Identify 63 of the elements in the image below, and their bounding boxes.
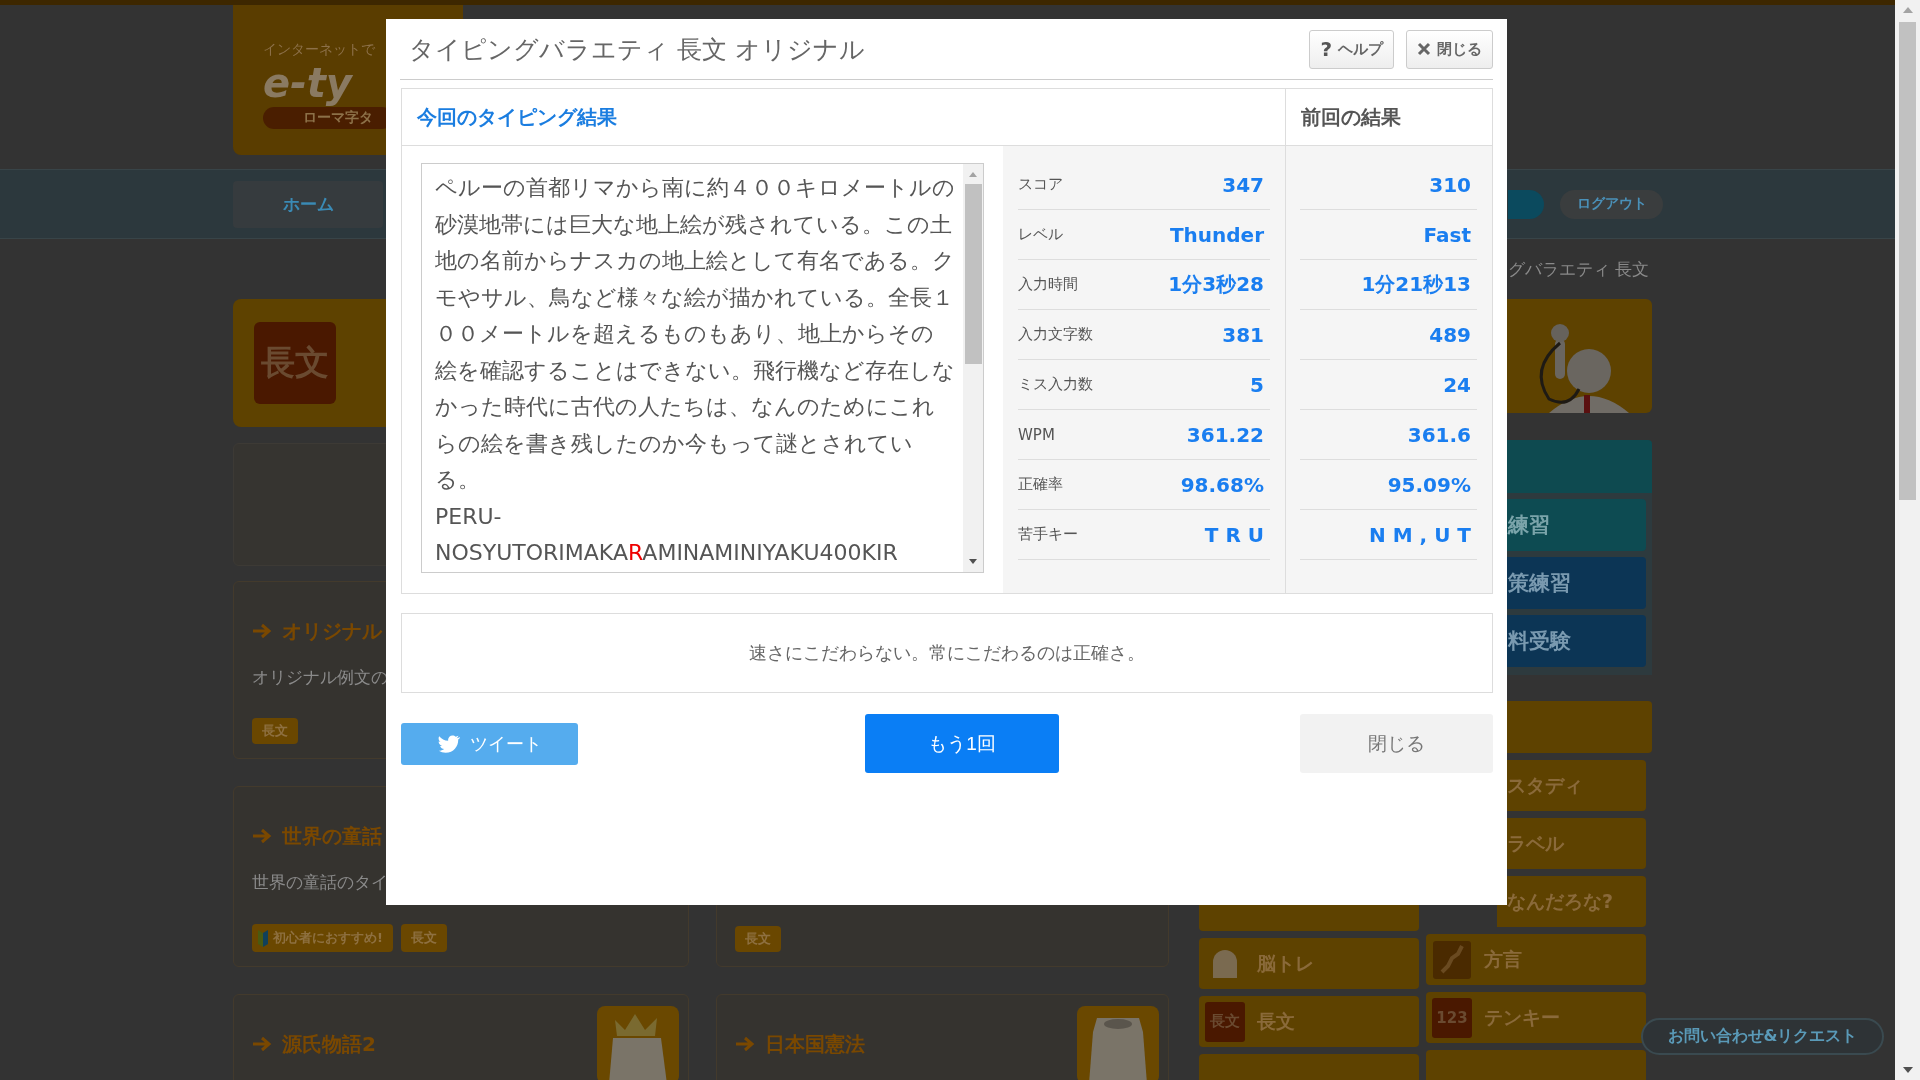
- stat-value: 381: [1222, 322, 1264, 347]
- card-title[interactable]: オリジナル: [282, 617, 382, 645]
- tag: 初心者におすすめ!: [252, 924, 393, 952]
- menu-tile[interactable]: [1199, 905, 1419, 931]
- stat-value: 24: [1443, 372, 1471, 397]
- stat-label: レベル: [1018, 225, 1063, 244]
- stat-value: Fast: [1423, 222, 1471, 247]
- stat-value: 361.6: [1407, 422, 1471, 447]
- logo-wordmark: e-ty: [263, 61, 352, 105]
- home-button[interactable]: ホーム: [233, 180, 383, 228]
- logo-tagline: インターネットで: [263, 41, 375, 59]
- stat-value: Thunder: [1169, 222, 1264, 247]
- card-title[interactable]: 源氏物語2: [282, 1030, 376, 1058]
- menu-tile[interactable]: 脳トレ: [1199, 938, 1419, 989]
- contact-button[interactable]: お問い合わせ&リクエスト: [1641, 1018, 1884, 1055]
- beginner-mark-icon: [257, 928, 269, 948]
- stat-label: スコア: [1018, 175, 1063, 194]
- nav-button[interactable]: [1508, 189, 1544, 219]
- stat-label: 苦手キー: [1018, 525, 1078, 544]
- logout-button[interactable]: ログアウト: [1560, 189, 1663, 219]
- stat-label: WPM: [1018, 425, 1055, 444]
- tag: 長文: [400, 924, 447, 952]
- close-icon: [1417, 42, 1431, 56]
- scrollbar-thumb[interactable]: [1899, 22, 1916, 500]
- dialog-title: タイピングバラエティ 長文 オリジナル: [409, 33, 865, 66]
- arrow-icon: [252, 1036, 272, 1052]
- stat-value: 95.09%: [1387, 472, 1471, 497]
- map-icon: [1432, 939, 1472, 980]
- tag: 長文: [252, 718, 298, 744]
- arrow-icon: [735, 1036, 755, 1052]
- card-title[interactable]: 日本国憲法: [765, 1030, 865, 1058]
- stat-value: 5: [1250, 372, 1264, 397]
- menu-tile[interactable]: なんだろな?: [1497, 876, 1646, 927]
- stat-value: T R U: [1204, 522, 1264, 547]
- stat-value: 1分3秒28: [1168, 271, 1264, 298]
- passage-text: ペルーの首都リマから南に約４００キロメートルの砂漠地帯には巨大な地上絵が残されている。この土地の名前からナスカの地上絵として有名である。クモやサル、鳥など様々な絵が描かれている。全長１００メートルを超えるものもあり、地上からその絵を確認することはできない。飛行機など存在しなかった時代に古代の人たちは、なんのためにこれらの絵を書き残したのか今もって謎とされている。: [435, 174, 955, 494]
- scrollbar-thumb[interactable]: [964, 184, 982, 364]
- stat-label: 入力文字数: [1018, 325, 1093, 344]
- bird-icon: [437, 734, 460, 753]
- stat-value: 98.68%: [1180, 472, 1264, 497]
- stat-label: 入力時間: [1018, 275, 1078, 294]
- breadcrumb: グバラエティ 長文: [1507, 257, 1649, 281]
- arrow-icon: [252, 623, 272, 639]
- help-button[interactable]: ? ヘルプ: [1309, 29, 1394, 69]
- stat-value: 489: [1429, 322, 1471, 347]
- stat-label: 正確率: [1018, 475, 1063, 494]
- stat-value: 1分21秒13: [1361, 271, 1471, 298]
- message-text: 速さにこだわらない。常にこだわるのは正確さ。: [401, 613, 1493, 693]
- arrow-icon: [252, 828, 272, 844]
- stat-value: N M , U T: [1369, 522, 1471, 547]
- stat-label: ミス入力数: [1018, 375, 1093, 394]
- close-button[interactable]: 閉じる: [1406, 29, 1493, 69]
- romaji-text: PERU-NOSYUTORIMAKARAMINAMINIYAKU400KIR: [435, 502, 899, 567]
- close-button[interactable]: 閉じる: [1300, 714, 1493, 773]
- card-title[interactable]: 世界の童話: [282, 822, 382, 850]
- stat-value: 361.22: [1186, 422, 1264, 447]
- stat-value: 310: [1429, 172, 1471, 197]
- tag: 長文: [735, 926, 781, 952]
- tweet-button[interactable]: ツイート: [401, 722, 578, 765]
- card-description: 世界の童話のタイ: [252, 871, 389, 894]
- stat-value: 347: [1222, 172, 1264, 197]
- menu-tile[interactable]: 方言: [1426, 934, 1646, 985]
- retry-button[interactable]: もう1回: [865, 714, 1059, 773]
